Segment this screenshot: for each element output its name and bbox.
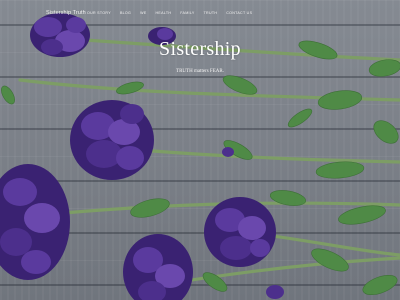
main-nav: OUR STORY BLOG WE HEALTH FAMILY TRUTH CO… — [87, 11, 252, 15]
site-header: Sistership Truth OUR STORY BLOG WE HEALT… — [0, 0, 400, 26]
nav-item-family[interactable]: FAMILY — [180, 11, 194, 15]
nav-item-contact-us[interactable]: CONTACT US — [226, 11, 252, 15]
nav-item-we[interactable]: WE — [140, 11, 146, 15]
hero-title-block: Sistership TRUTH matters FEAR. — [120, 37, 280, 74]
site-tagline: TRUTH matters FEAR. — [176, 69, 224, 74]
site-brand[interactable]: Sistership Truth — [46, 10, 86, 16]
site-title: Sistership — [159, 38, 241, 60]
nav-item-truth[interactable]: TRUTH — [204, 11, 218, 15]
nav-item-blog[interactable]: BLOG — [120, 11, 131, 15]
nav-item-our-story[interactable]: OUR STORY — [87, 11, 111, 15]
nav-item-health[interactable]: HEALTH — [156, 11, 172, 15]
